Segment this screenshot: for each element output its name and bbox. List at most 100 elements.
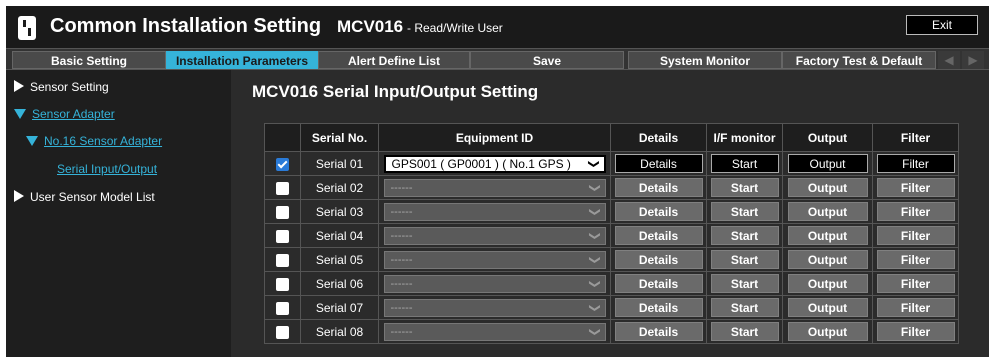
- if-monitor-start-button[interactable]: Start: [710, 250, 779, 269]
- details-button[interactable]: Details: [614, 250, 703, 269]
- equipment-id-select[interactable]: GPS001 ( GP0001 ) ( No.1 GPS ) ❯: [383, 154, 606, 173]
- equipment-id-select[interactable]: ------ ❯: [383, 202, 606, 221]
- equipment-id-value: ------: [390, 277, 413, 290]
- tab-save[interactable]: Save: [470, 51, 624, 69]
- tab-installation-parameters[interactable]: Installation Parameters: [166, 51, 318, 69]
- equipment-cell: ------ ❯: [378, 175, 611, 200]
- sidebar-item-label: Sensor Setting: [30, 80, 109, 94]
- output-button[interactable]: Output: [787, 322, 868, 341]
- row-checkbox[interactable]: [276, 253, 289, 267]
- filter-button[interactable]: Filter: [876, 298, 955, 317]
- filter-button[interactable]: Filter: [876, 322, 955, 341]
- row-select-cell: [264, 199, 301, 224]
- equipment-id-select[interactable]: ------ ❯: [383, 178, 606, 197]
- if-monitor-start-button[interactable]: Start: [710, 178, 779, 197]
- row-checkbox[interactable]: [276, 205, 289, 219]
- row-checkbox[interactable]: [276, 325, 289, 339]
- triangle-right-icon: [14, 80, 24, 92]
- if-monitor-start-button[interactable]: Start: [710, 298, 779, 317]
- filter-button[interactable]: Filter: [876, 226, 955, 245]
- equipment-id-value: GPS001 ( GP0001 ) ( No.1 GPS ): [391, 156, 571, 171]
- equipment-id-value: ------: [390, 253, 413, 266]
- tab-factory-test-default[interactable]: Factory Test & Default: [782, 51, 936, 69]
- equipment-id-value: ------: [390, 205, 413, 218]
- details-button[interactable]: Details: [614, 322, 703, 341]
- output-button[interactable]: Output: [787, 178, 868, 197]
- filter-button[interactable]: Filter: [876, 178, 955, 197]
- table-row: Serial 01 GPS001 ( GP0001 ) ( No.1 GPS ) ❯…: [264, 151, 959, 176]
- if-monitor-start-button[interactable]: Start: [710, 202, 779, 221]
- details-cell: Details: [610, 223, 707, 248]
- equipment-id-select[interactable]: ------ ❯: [383, 226, 606, 245]
- exit-button[interactable]: Exit: [906, 15, 978, 35]
- row-checkbox[interactable]: [276, 301, 289, 315]
- table-row: Serial 03 ------ ❯ Details Start Output Filter: [264, 199, 959, 224]
- column-header-equipment-id: Equipment ID: [378, 123, 611, 152]
- if-monitor-start-button[interactable]: Start: [710, 274, 779, 293]
- row-checkbox[interactable]: [276, 229, 289, 243]
- details-button[interactable]: Details: [614, 154, 703, 173]
- output-button[interactable]: Output: [787, 154, 868, 173]
- table-row: Serial 02 ------ ❯ Details Start Output Filter: [264, 175, 959, 200]
- row-checkbox[interactable]: [276, 157, 289, 171]
- tab-basic-setting[interactable]: Basic Setting: [12, 51, 166, 69]
- column-header-serial-no: Serial No.: [300, 123, 379, 152]
- row-checkbox[interactable]: [276, 277, 289, 291]
- output-cell: Output: [782, 151, 873, 176]
- tab-alert-define-list[interactable]: Alert Define List: [318, 51, 470, 69]
- details-button[interactable]: Details: [614, 226, 703, 245]
- filter-button[interactable]: Filter: [876, 154, 955, 173]
- output-button[interactable]: Output: [787, 274, 868, 293]
- sidebar: Sensor Setting Sensor Adapter No.16 Sens…: [6, 70, 231, 357]
- equipment-id-select[interactable]: ------ ❯: [383, 298, 606, 317]
- details-button[interactable]: Details: [614, 274, 703, 293]
- page-title: MCV016 Serial Input/Output Setting: [252, 82, 539, 101]
- sidebar-item-sensor-setting[interactable]: Sensor Setting: [14, 80, 109, 94]
- app-logo-icon: [18, 16, 36, 40]
- menu-bar: Basic Setting Installation Parameters Al…: [6, 48, 989, 70]
- table-row: Serial 06 ------ ❯ Details Start Output Filter: [264, 271, 959, 296]
- details-cell: Details: [610, 271, 707, 296]
- arrow-left-icon[interactable]: ◀: [938, 51, 960, 69]
- output-button[interactable]: Output: [787, 250, 868, 269]
- sidebar-item-user-sensor-model-list[interactable]: User Sensor Model List: [14, 190, 155, 204]
- if-monitor-start-button[interactable]: Start: [710, 154, 779, 173]
- if-monitor-start-button[interactable]: Start: [710, 322, 779, 341]
- filter-button[interactable]: Filter: [876, 274, 955, 293]
- table-row: Serial 05 ------ ❯ Details Start Output Filter: [264, 247, 959, 272]
- sidebar-item-label: Sensor Adapter: [32, 107, 115, 121]
- output-cell: Output: [782, 247, 873, 272]
- output-cell: Output: [782, 199, 873, 224]
- main-panel: MCV016 Serial Input/Output Setting Seria…: [231, 70, 989, 357]
- equipment-id-select[interactable]: ------ ❯: [383, 322, 606, 341]
- details-cell: Details: [610, 175, 707, 200]
- sidebar-item-label: No.16 Sensor Adapter: [44, 134, 163, 148]
- sidebar-item-sensor-adapter[interactable]: Sensor Adapter: [14, 107, 115, 121]
- arrow-right-icon[interactable]: ▶: [962, 51, 984, 69]
- details-button[interactable]: Details: [614, 178, 703, 197]
- row-select-cell: [264, 175, 301, 200]
- filter-button[interactable]: Filter: [876, 202, 955, 221]
- serial-no: Serial 03: [300, 199, 379, 224]
- equipment-cell: ------ ❯: [378, 223, 611, 248]
- tab-system-monitor[interactable]: System Monitor: [628, 51, 782, 69]
- filter-cell: Filter: [872, 295, 959, 320]
- equipment-cell: ------ ❯: [378, 199, 611, 224]
- if-monitor-start-button[interactable]: Start: [710, 226, 779, 245]
- details-button[interactable]: Details: [614, 298, 703, 317]
- equipment-id-select[interactable]: ------ ❯: [383, 274, 606, 293]
- sidebar-item-no16-sensor-adapter[interactable]: No.16 Sensor Adapter: [26, 134, 162, 148]
- filter-button[interactable]: Filter: [876, 250, 955, 269]
- equipment-id-select[interactable]: ------ ❯: [383, 250, 606, 269]
- details-cell: Details: [610, 319, 707, 344]
- row-checkbox[interactable]: [276, 181, 289, 195]
- chevron-down-icon: ❯: [588, 206, 601, 217]
- column-header-filter: Filter: [872, 123, 959, 152]
- sidebar-item-serial-input-output[interactable]: Serial Input/Output: [57, 162, 157, 176]
- details-button[interactable]: Details: [614, 202, 703, 221]
- output-button[interactable]: Output: [787, 298, 868, 317]
- filter-cell: Filter: [872, 271, 959, 296]
- output-button[interactable]: Output: [787, 226, 868, 245]
- output-button[interactable]: Output: [787, 202, 868, 221]
- details-cell: Details: [610, 151, 707, 176]
